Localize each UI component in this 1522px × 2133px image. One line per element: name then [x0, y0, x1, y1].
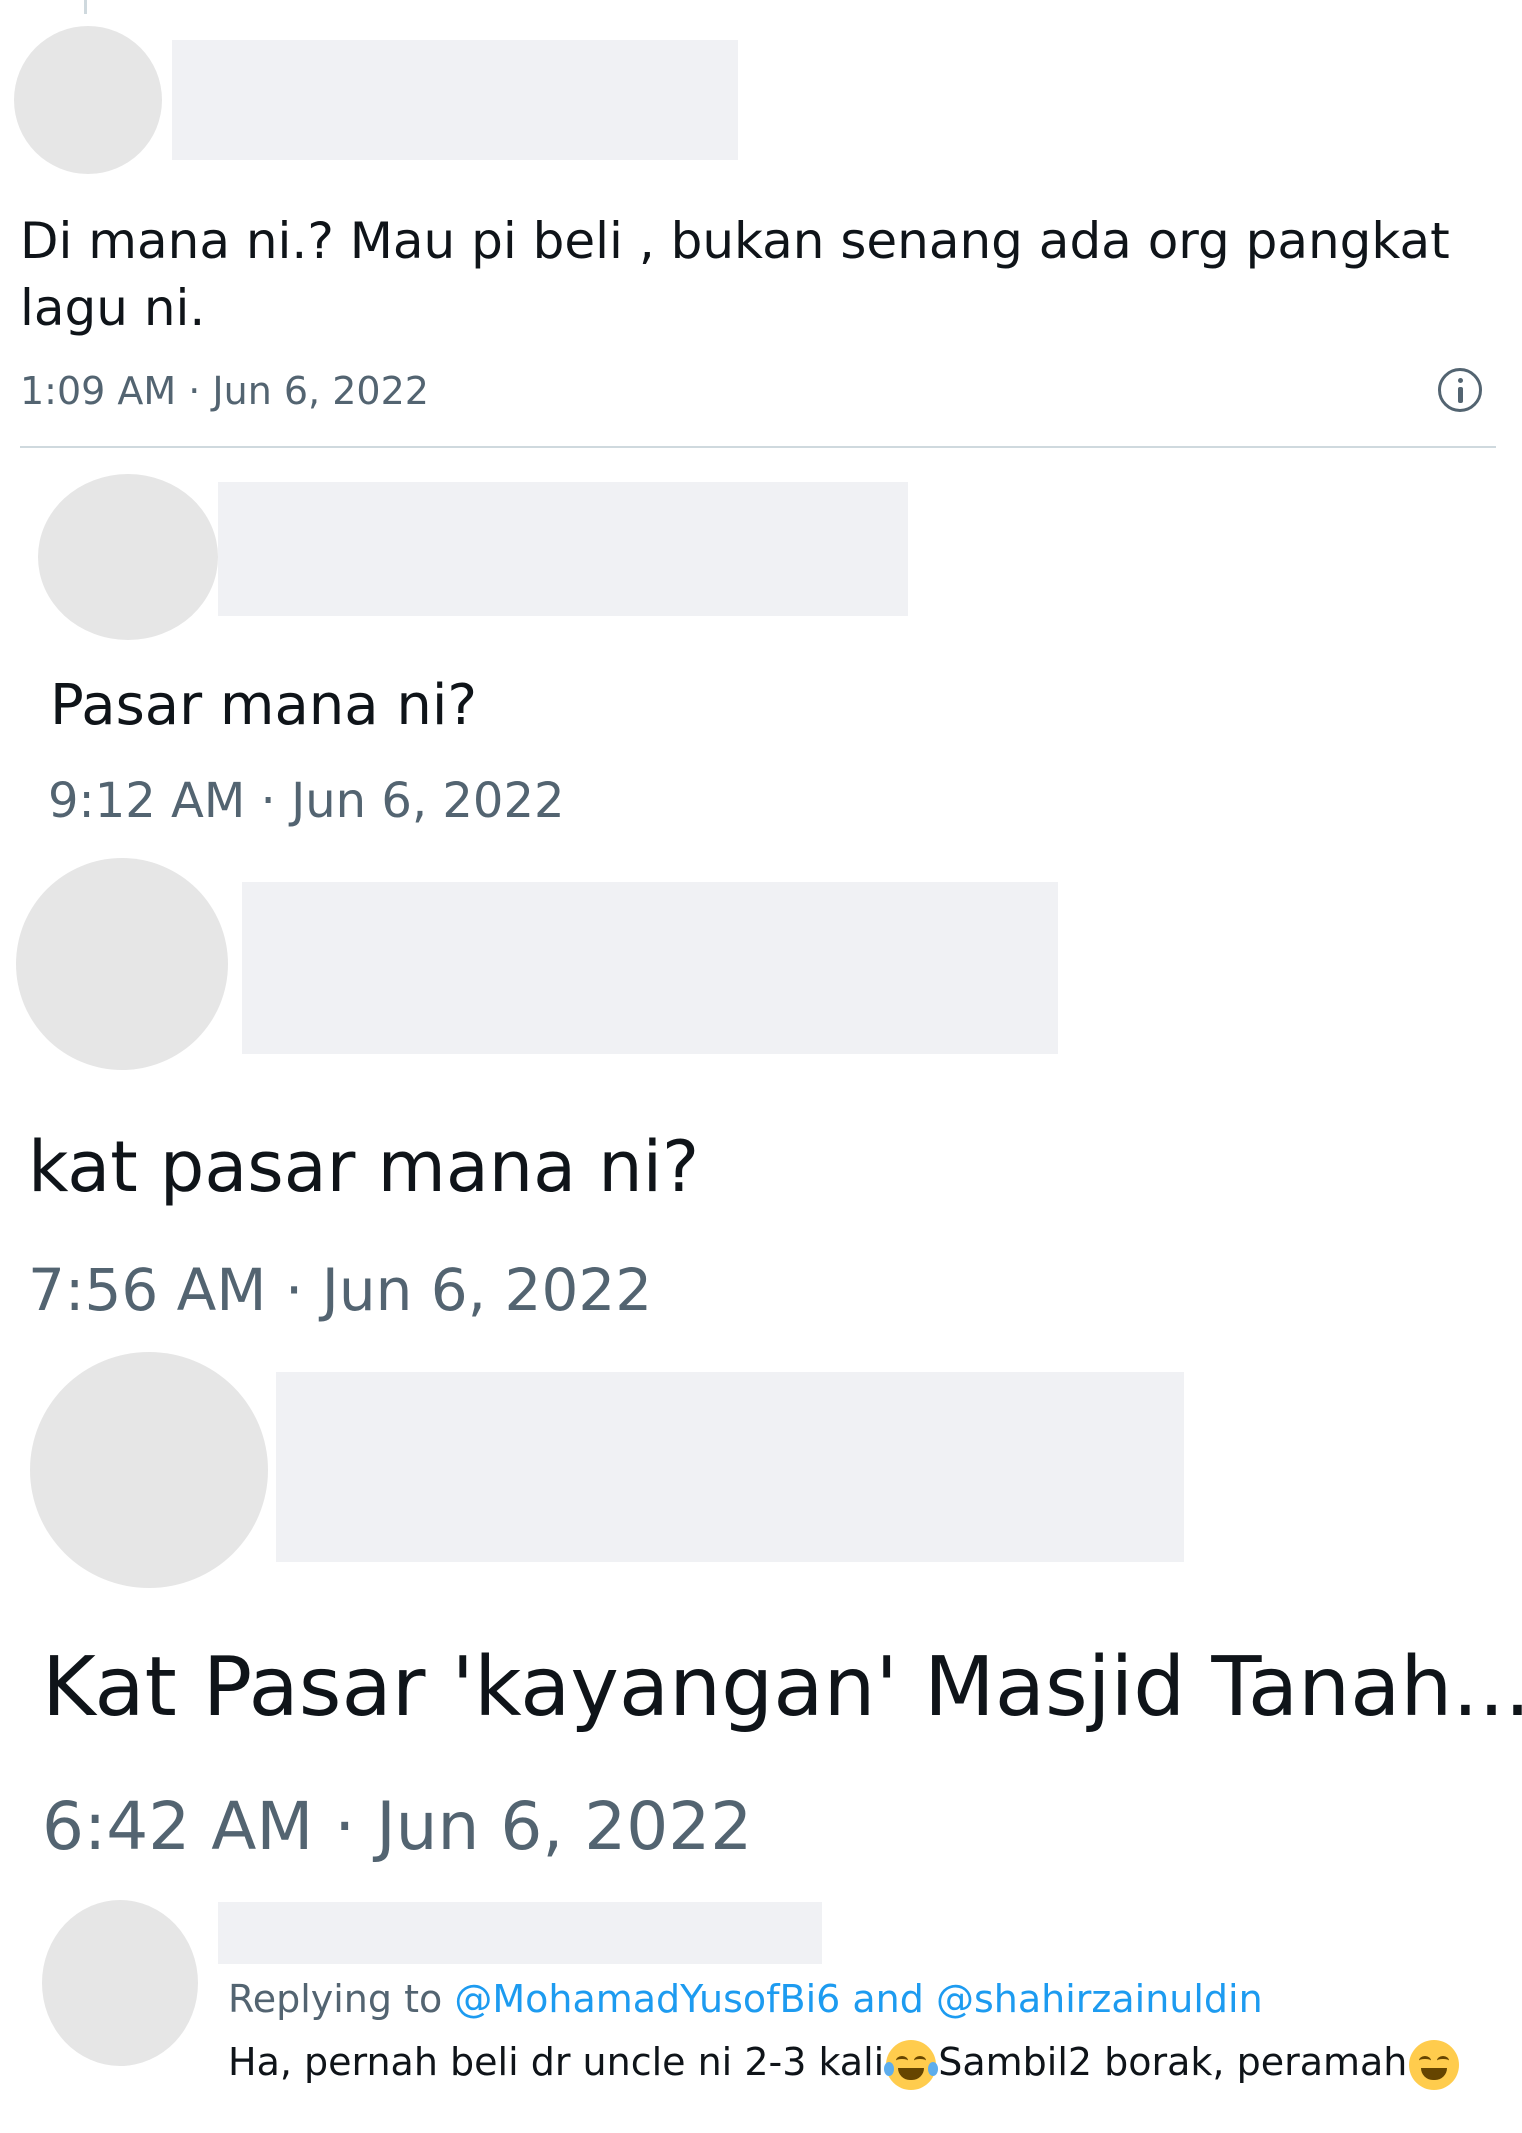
avatar[interactable] [30, 1352, 268, 1588]
redacted-author-name[interactable] [276, 1372, 1184, 1562]
tweet-timestamp[interactable]: 1:09 AM · Jun 6, 2022 [20, 366, 429, 416]
face-with-tears-of-joy-icon [884, 2039, 939, 2090]
avatar[interactable] [38, 474, 218, 640]
avatar[interactable] [14, 26, 162, 174]
grinning-squinting-face-icon [1409, 2039, 1460, 2090]
thread-connector [84, 0, 87, 14]
tweet-timestamp[interactable]: 6:42 AM · Jun 6, 2022 [42, 1784, 752, 1870]
tweet-text: Kat Pasar 'kayangan' Masjid Tanah... [42, 1640, 1522, 1735]
avatar[interactable] [42, 1900, 198, 2066]
replying-to-label: Replying to [228, 1977, 443, 2021]
tweet-text-line-2: lagu ni. [20, 279, 206, 337]
tweet-text: kat pasar mana ni? [28, 1126, 700, 1208]
redacted-author-name[interactable] [218, 482, 908, 616]
tweet-text-part-1: Ha, pernah beli dr uncle ni 2-3 kali [228, 2040, 885, 2084]
divider [20, 446, 1496, 448]
tweet-text: Ha, pernah beli dr uncle ni 2-3 kali Samb… [228, 2034, 1461, 2090]
tweet-timestamp[interactable]: 9:12 AM · Jun 6, 2022 [48, 770, 565, 832]
info-icon[interactable] [1438, 368, 1482, 412]
replying-to-handles[interactable]: @MohamadYusofBi6 and @shahirzainuldin [454, 1977, 1262, 2021]
tweet-text: Pasar mana ni? [50, 673, 478, 738]
tweet-timestamp[interactable]: 7:56 AM · Jun 6, 2022 [28, 1252, 652, 1328]
avatar[interactable] [16, 858, 228, 1070]
redacted-author-name[interactable] [218, 1902, 822, 1964]
redacted-author-name[interactable] [242, 882, 1058, 1054]
redacted-author-name[interactable] [172, 40, 738, 160]
tweet-text-part-2: Sambil2 borak, peramah [938, 2040, 1408, 2084]
replying-to-line: Replying to @MohamadYusofBi6 and @shahir… [228, 1974, 1263, 2024]
tweet-text-line-1: Di mana ni.? Mau pi beli , bukan senang … [20, 212, 1450, 270]
